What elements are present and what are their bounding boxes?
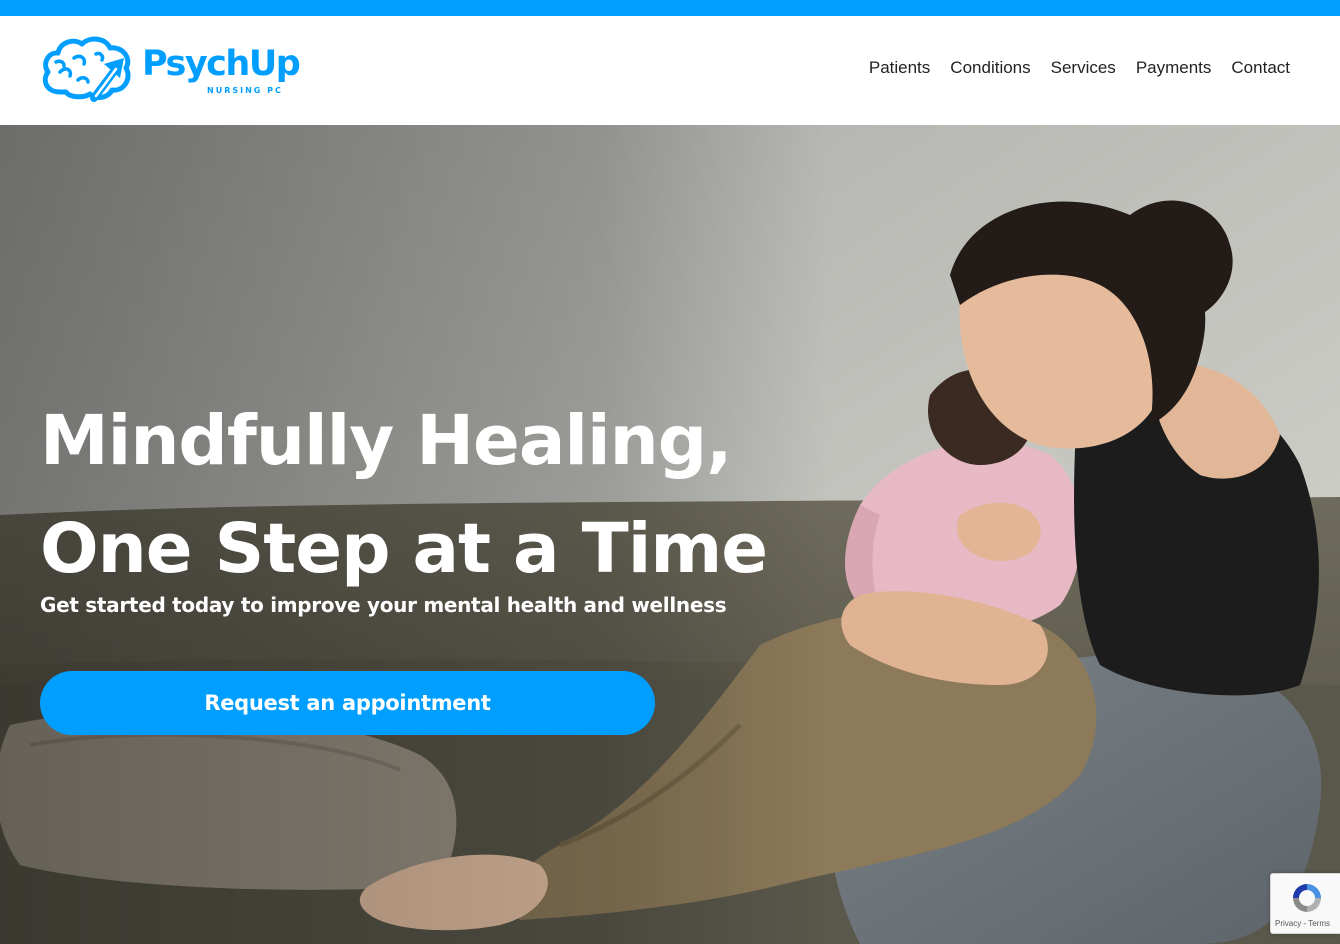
hero-subtitle: Get started today to improve your mental…	[40, 593, 727, 617]
recaptcha-badge[interactable]: Privacy - Terms	[1270, 873, 1340, 934]
recaptcha-icon	[1293, 884, 1321, 912]
main-nav: Patients Conditions Services Payments Co…	[869, 56, 1290, 80]
hero-title: Mindfully Healing, One Step at a Time	[40, 387, 768, 603]
nav-item-payments[interactable]: Payments	[1136, 56, 1212, 80]
top-accent-bar	[0, 0, 1340, 16]
hero-title-line-1: Mindfully Healing,	[40, 401, 732, 481]
nav-item-services[interactable]: Services	[1051, 56, 1116, 80]
brain-arrow-icon	[42, 36, 131, 102]
site-logo[interactable]: PsychUp NURSING PC	[40, 36, 301, 102]
recaptcha-privacy-link[interactable]: Privacy	[1275, 919, 1301, 928]
brand-name: PsychUp	[142, 44, 301, 84]
site-header: PsychUp NURSING PC Patients Conditions S…	[0, 16, 1340, 125]
brand-tagline: NURSING PC	[207, 86, 283, 95]
hero-title-line-2: One Step at a Time	[40, 509, 768, 589]
recaptcha-terms-link[interactable]: Terms	[1308, 919, 1330, 928]
request-appointment-button[interactable]: Request an appointment	[40, 671, 655, 735]
hero-section: Mindfully Healing, One Step at a Time Ge…	[0, 125, 1340, 944]
recaptcha-links: Privacy - Terms	[1275, 919, 1330, 928]
nav-item-patients[interactable]: Patients	[869, 56, 930, 80]
nav-item-contact[interactable]: Contact	[1231, 56, 1290, 80]
nav-item-conditions[interactable]: Conditions	[950, 56, 1030, 80]
